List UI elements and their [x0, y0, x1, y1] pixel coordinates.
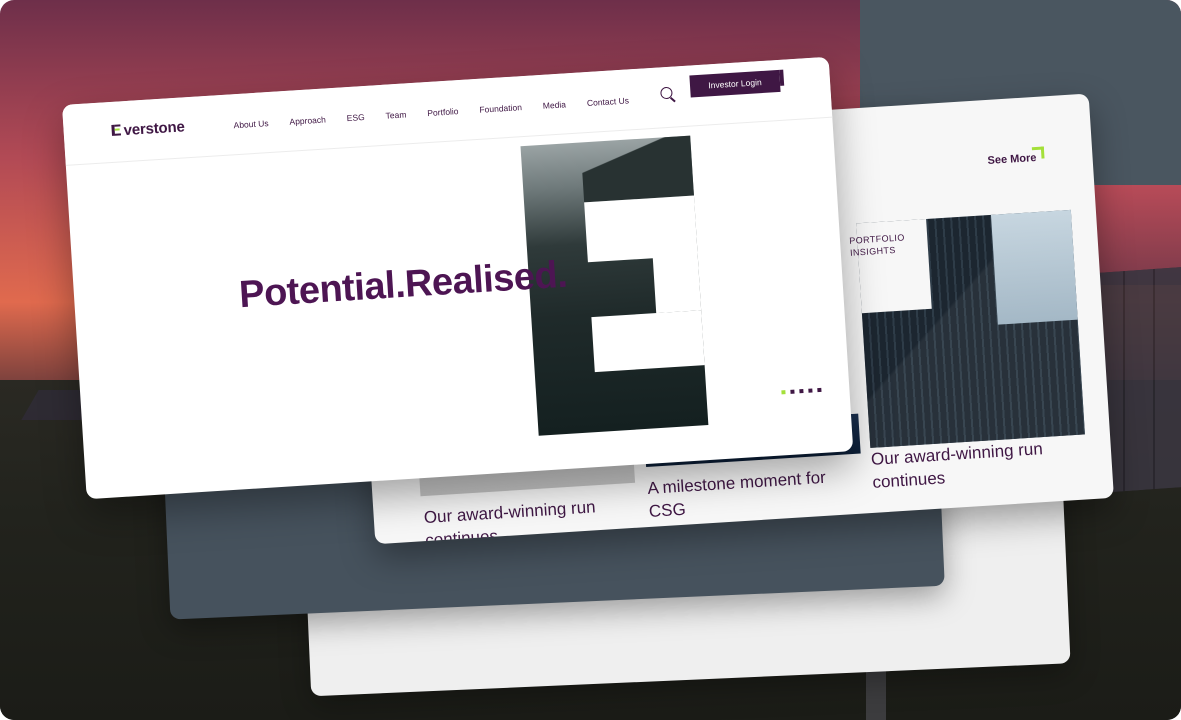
nav-menu: About Us Approach ESG Team Portfolio Fou… [233, 95, 629, 130]
tower-sky [990, 209, 1078, 325]
nav-item-team[interactable]: Team [385, 109, 406, 120]
e-cutout [591, 310, 705, 373]
top-navigation: verstone About Us Approach ESG Team Port… [62, 56, 833, 166]
carousel-dot[interactable] [781, 390, 786, 395]
nav-item-foundation[interactable]: Foundation [479, 102, 522, 115]
hero-headline: Potential.Realised. [237, 253, 569, 317]
nav-item-about-us[interactable]: About Us [233, 118, 269, 130]
carousel-dot[interactable] [799, 389, 804, 394]
logo-text: verstone [123, 118, 186, 140]
homepage-card: verstone About Us Approach ESG Team Port… [62, 56, 854, 500]
nav-item-media[interactable]: Media [543, 99, 567, 110]
carousel-dots [781, 387, 822, 395]
portfolio-insights-label: PORTFOLIO INSIGHTS [849, 232, 905, 258]
logo-e-mark [111, 124, 124, 136]
mountain-peak [580, 135, 694, 203]
investor-login-button[interactable]: Investor Login [689, 69, 781, 98]
carousel-dot[interactable] [790, 389, 795, 394]
nav-item-esg[interactable]: ESG [346, 112, 365, 123]
everstone-logo[interactable]: verstone [111, 118, 185, 140]
showcase-canvas: See More PORTFOLIO INSIGHTS Our award-wi… [0, 0, 1181, 720]
corner-arrow-icon [1031, 146, 1045, 160]
search-icon[interactable] [660, 86, 673, 100]
nav-item-contact-us[interactable]: Contact Us [587, 95, 630, 108]
carousel-dot[interactable] [817, 387, 822, 393]
e-cutout [652, 253, 702, 314]
article-title[interactable]: A milestone moment for CSG [647, 464, 849, 522]
nav-item-portfolio[interactable]: Portfolio [427, 106, 459, 118]
see-more-link[interactable]: See More [987, 152, 1037, 167]
carousel-dot[interactable] [808, 388, 813, 393]
nav-item-approach[interactable]: Approach [289, 114, 326, 126]
e-cutout [584, 195, 698, 263]
